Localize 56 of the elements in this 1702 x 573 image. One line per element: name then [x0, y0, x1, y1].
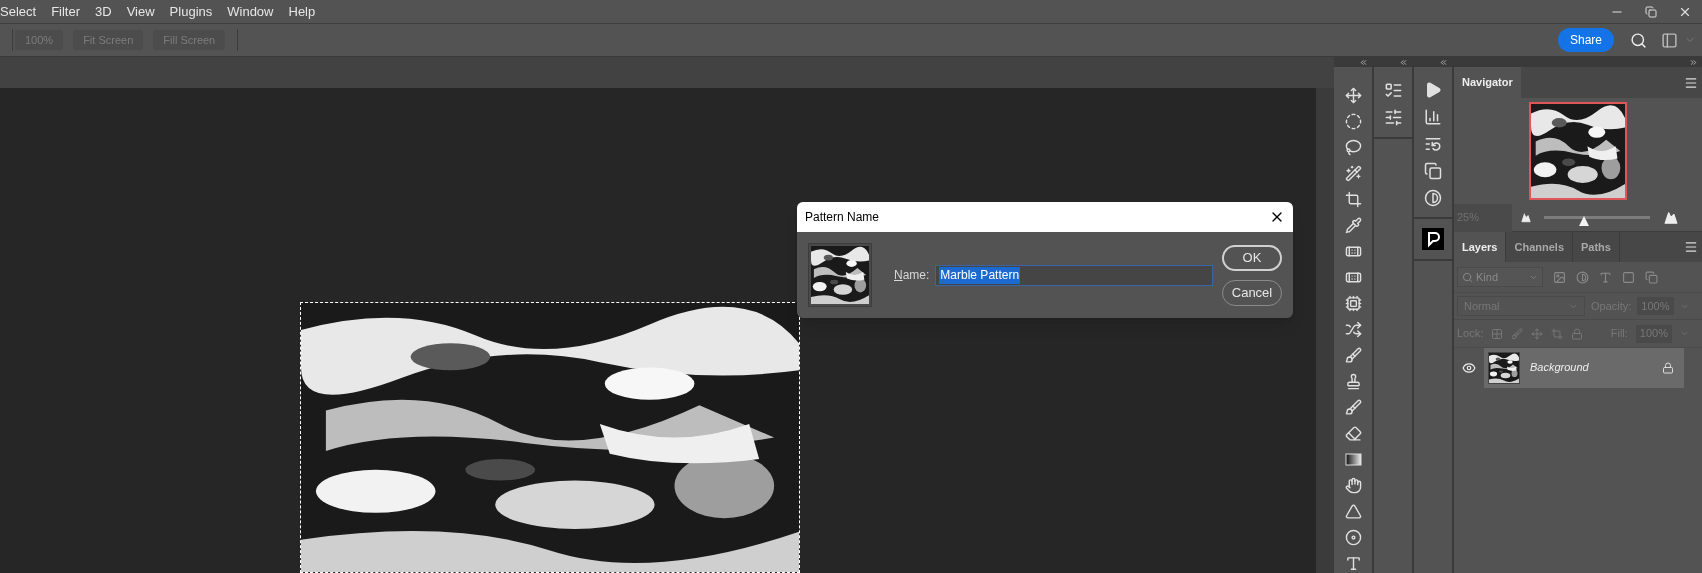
collapse-icon[interactable]	[1359, 57, 1368, 67]
stamp-icon[interactable]	[1344, 373, 1362, 390]
collapse-icon[interactable]	[1399, 57, 1408, 67]
menu-icon[interactable]	[1684, 76, 1698, 90]
share-button[interactable]: Share	[1557, 28, 1614, 52]
menu-icon[interactable]	[1684, 240, 1698, 254]
lasso-icon[interactable]	[1344, 139, 1362, 156]
menu-item[interactable]: Filter	[51, 1, 81, 22]
brush-icon[interactable]	[1344, 347, 1362, 364]
move-icon[interactable]	[1344, 87, 1362, 104]
panel-tab[interactable]: Paths	[1573, 232, 1620, 262]
zoom-out-icon[interactable]	[1520, 212, 1532, 223]
brush-icon[interactable]	[1344, 399, 1362, 416]
menu-item[interactable]: View	[126, 1, 155, 22]
collapse-icon[interactable]	[1439, 57, 1448, 67]
histogram-icon[interactable]	[1424, 108, 1442, 126]
triangle-icon[interactable]	[1344, 503, 1362, 520]
panel-tab[interactable]: Channels	[1506, 232, 1573, 262]
menu-item[interactable]: Select	[0, 1, 37, 22]
eye-icon[interactable]	[1462, 360, 1476, 375]
crossed-arrows-icon[interactable]	[1344, 321, 1362, 338]
name-field[interactable]: Marble Pattern	[935, 264, 1214, 286]
brush-list-icon[interactable]	[1383, 81, 1403, 100]
dialog-title: Pattern Name	[805, 209, 880, 226]
menu-item[interactable]: Plugins	[169, 1, 213, 22]
menu-item[interactable]: Help	[288, 1, 316, 22]
layer-row[interactable]: Background	[1484, 347, 1684, 388]
search-icon[interactable]	[1630, 31, 1647, 49]
ellipse-icon[interactable]	[1344, 113, 1362, 130]
gradient-icon[interactable]	[1344, 451, 1362, 468]
workspace-icon[interactable]	[1661, 31, 1678, 49]
panel-tab[interactable]: Layers	[1454, 232, 1507, 262]
pages-icon[interactable]	[1424, 162, 1442, 180]
text-icon[interactable]	[1344, 555, 1362, 572]
play-icon[interactable]	[1424, 81, 1442, 99]
eyedropper-icon[interactable]	[1344, 217, 1362, 234]
wand-icon[interactable]	[1344, 165, 1362, 182]
expand-icon[interactable]	[1689, 57, 1698, 67]
crop-icon[interactable]	[1344, 191, 1362, 208]
zoom-in-icon[interactable]	[1662, 210, 1680, 225]
panel-tab[interactable]: Navigator	[1454, 67, 1521, 98]
lock-icon[interactable]	[1662, 361, 1674, 374]
eraser-icon[interactable]	[1344, 425, 1362, 442]
hand-icon[interactable]	[1344, 477, 1362, 494]
menu-item[interactable]: Window	[227, 1, 274, 22]
scrollbar[interactable]	[1316, 88, 1334, 573]
dialog-button[interactable]: OK	[1222, 244, 1282, 271]
chip-icon[interactable]	[1344, 295, 1362, 312]
plugin-icon[interactable]	[1422, 228, 1444, 250]
history-icon[interactable]	[1424, 135, 1442, 153]
slider-thumb[interactable]	[1579, 215, 1590, 226]
search-icon	[1462, 271, 1473, 283]
disc-icon[interactable]	[1344, 529, 1362, 546]
name-label: Name:	[894, 267, 930, 284]
menu-item[interactable]: 3D	[95, 1, 112, 22]
sliders-icon[interactable]	[1383, 108, 1403, 127]
